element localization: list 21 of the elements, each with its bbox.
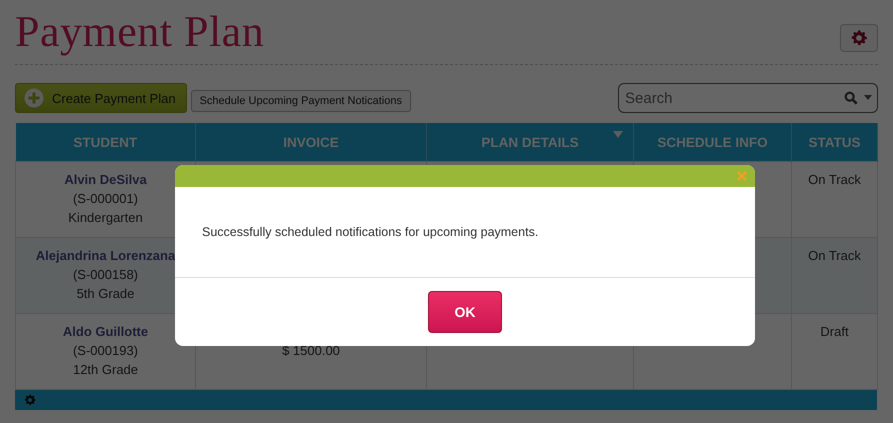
column-header[interactable]: SCHEDULE INFO <box>634 123 792 162</box>
page-title: Payment Plan <box>15 8 264 56</box>
ok-button[interactable]: OK <box>428 291 502 333</box>
student-id: (S-000193) <box>72 342 140 360</box>
student-id: (S-000158) <box>72 266 140 284</box>
dialog-message: Successfully scheduled notifications for upcoming payments. <box>202 225 538 239</box>
status-text: Draft <box>819 323 850 341</box>
status-text: On Track <box>807 171 862 189</box>
grade-level: 12th Grade <box>72 361 140 379</box>
invoice-amount: $ 1500.00 <box>281 342 341 360</box>
column-header[interactable]: INVOICE <box>196 123 426 162</box>
grade-level: Kindergarten <box>67 209 144 227</box>
schedule-button[interactable]: Schedule Upcoming Payment Notications <box>190 90 411 112</box>
search-field[interactable]: Search <box>618 83 878 113</box>
column-header[interactable]: PLAN DETAILS <box>426 123 634 162</box>
column-header[interactable]: STUDENT <box>16 123 196 162</box>
grade-level: 5th Grade <box>76 285 136 303</box>
status-text: On Track <box>807 247 862 265</box>
column-header[interactable]: STATUS <box>792 123 878 162</box>
student-id: (S-000001) <box>72 190 140 208</box>
create-button[interactable]: Create Payment Plan <box>15 83 187 113</box>
